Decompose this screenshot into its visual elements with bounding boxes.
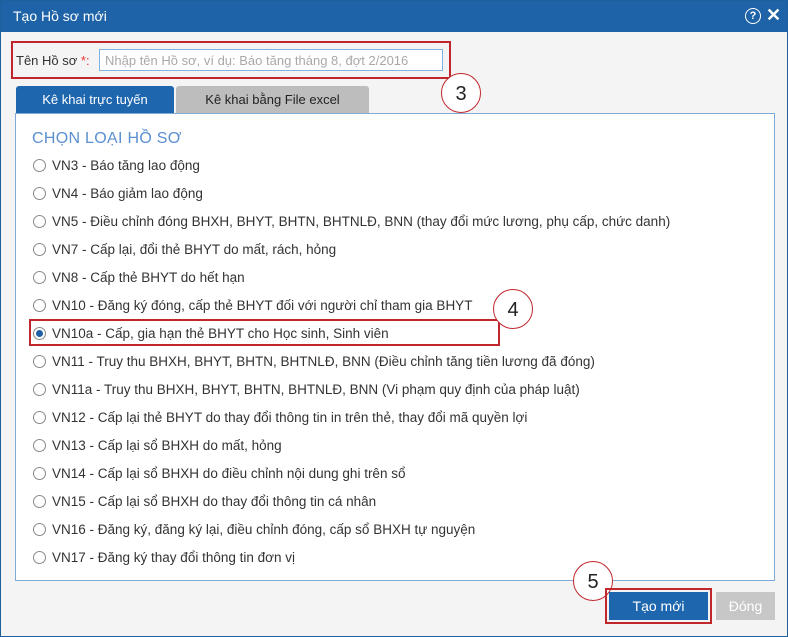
close-icon[interactable]: ✕	[766, 5, 781, 25]
radio-unchecked-icon[interactable]	[33, 299, 46, 312]
record-name-label: Tên Hồ sơ *:	[16, 53, 90, 68]
radio-unchecked-icon[interactable]	[33, 215, 46, 228]
create-button[interactable]: Tạo mới	[609, 592, 708, 620]
record-type-option[interactable]: VN11a - Truy thu BHXH, BHYT, BHTN, BHTNL…	[33, 379, 580, 401]
dialog-title: Tạo Hồ sơ mới	[13, 8, 107, 24]
help-icon[interactable]: ?	[745, 8, 761, 24]
radio-unchecked-icon[interactable]	[33, 495, 46, 508]
record-type-label: VN11a - Truy thu BHXH, BHYT, BHTN, BHTNL…	[52, 382, 580, 397]
radio-unchecked-icon[interactable]	[33, 355, 46, 368]
record-type-option[interactable]: VN8 - Cấp thẻ BHYT do hết hạn	[33, 267, 245, 289]
record-type-label: VN14 - Cấp lại sổ BHXH do điều chỉnh nội…	[52, 466, 406, 481]
radio-unchecked-icon[interactable]	[33, 523, 46, 536]
tab-excel-declaration[interactable]: Kê khai bằng File excel	[176, 86, 369, 114]
record-type-label: VN5 - Điều chỉnh đóng BHXH, BHYT, BHTN, …	[52, 214, 671, 229]
radio-unchecked-icon[interactable]	[33, 411, 46, 424]
callout-3: 3	[441, 73, 481, 113]
record-name-input[interactable]	[99, 49, 443, 71]
record-type-option[interactable]: VN12 - Cấp lại thẻ BHYT do thay đổi thôn…	[33, 407, 527, 429]
record-type-label: VN12 - Cấp lại thẻ BHYT do thay đổi thôn…	[52, 410, 528, 425]
radio-unchecked-icon[interactable]	[33, 551, 46, 564]
record-type-option[interactable]: VN3 - Báo tăng lao động	[33, 155, 200, 177]
record-type-label: VN3 - Báo tăng lao động	[52, 158, 200, 173]
radio-unchecked-icon[interactable]	[33, 243, 46, 256]
record-type-label: VN4 - Báo giảm lao động	[52, 186, 203, 201]
record-type-option[interactable]: VN14 - Cấp lại sổ BHXH do điều chỉnh nội…	[33, 463, 405, 485]
record-type-label: VN11 - Truy thu BHXH, BHYT, BHTN, BHTNLĐ…	[52, 354, 595, 369]
record-type-option[interactable]: VN5 - Điều chỉnh đóng BHXH, BHYT, BHTN, …	[33, 211, 670, 233]
record-type-label: VN15 - Cấp lại sổ BHXH do thay đổi thông…	[52, 494, 377, 509]
radio-unchecked-icon[interactable]	[33, 467, 46, 480]
radio-unchecked-icon[interactable]	[33, 383, 46, 396]
record-type-option[interactable]: VN4 - Báo giảm lao động	[33, 183, 203, 205]
record-type-option[interactable]: VN7 - Cấp lại, đổi thẻ BHYT do mất, rách…	[33, 239, 336, 261]
required-mark: *:	[80, 53, 90, 68]
record-type-option[interactable]: VN17 - Đăng ký thay đổi thông tin đơn vị	[33, 547, 295, 569]
radio-unchecked-icon[interactable]	[33, 159, 46, 172]
record-type-option[interactable]: VN10 - Đăng ký đóng, cấp thẻ BHYT đối vớ…	[33, 295, 472, 317]
record-type-option[interactable]: VN11 - Truy thu BHXH, BHYT, BHTN, BHTNLĐ…	[33, 351, 595, 373]
record-type-label: VN7 - Cấp lại, đổi thẻ BHYT do mất, rách…	[52, 242, 337, 257]
record-type-option[interactable]: VN16 - Đăng ký, đăng ký lại, điều chỉnh …	[33, 519, 475, 541]
record-name-row: Tên Hồ sơ *:	[11, 41, 451, 79]
record-type-label: VN8 - Cấp thẻ BHYT do hết hạn	[52, 270, 245, 285]
create-record-dialog: Tạo Hồ sơ mới ? ✕ Tên Hồ sơ *: 3 Kê khai…	[0, 0, 788, 637]
record-type-label: VN16 - Đăng ký, đăng ký lại, điều chỉnh …	[52, 522, 476, 537]
radio-unchecked-icon[interactable]	[33, 439, 46, 452]
record-type-label: VN13 - Cấp lại sổ BHXH do mất, hỏng	[52, 438, 282, 453]
section-title: CHỌN LOẠI HỒ SƠ	[32, 130, 182, 147]
close-button[interactable]: Đóng	[716, 592, 775, 620]
selected-option-highlight	[29, 319, 500, 346]
dialog-titlebar: Tạo Hồ sơ mới ? ✕	[1, 1, 787, 32]
radio-unchecked-icon[interactable]	[33, 187, 46, 200]
callout-4: 4	[493, 289, 533, 329]
radio-unchecked-icon[interactable]	[33, 271, 46, 284]
record-type-option[interactable]: VN13 - Cấp lại sổ BHXH do mất, hỏng	[33, 435, 282, 457]
record-type-label: VN10 - Đăng ký đóng, cấp thẻ BHYT đối vớ…	[52, 298, 473, 313]
tab-online-declaration[interactable]: Kê khai trực tuyến	[16, 86, 174, 114]
record-type-option[interactable]: VN15 - Cấp lại sổ BHXH do thay đổi thông…	[33, 491, 376, 513]
record-type-label: VN17 - Đăng ký thay đổi thông tin đơn vị	[52, 550, 295, 565]
